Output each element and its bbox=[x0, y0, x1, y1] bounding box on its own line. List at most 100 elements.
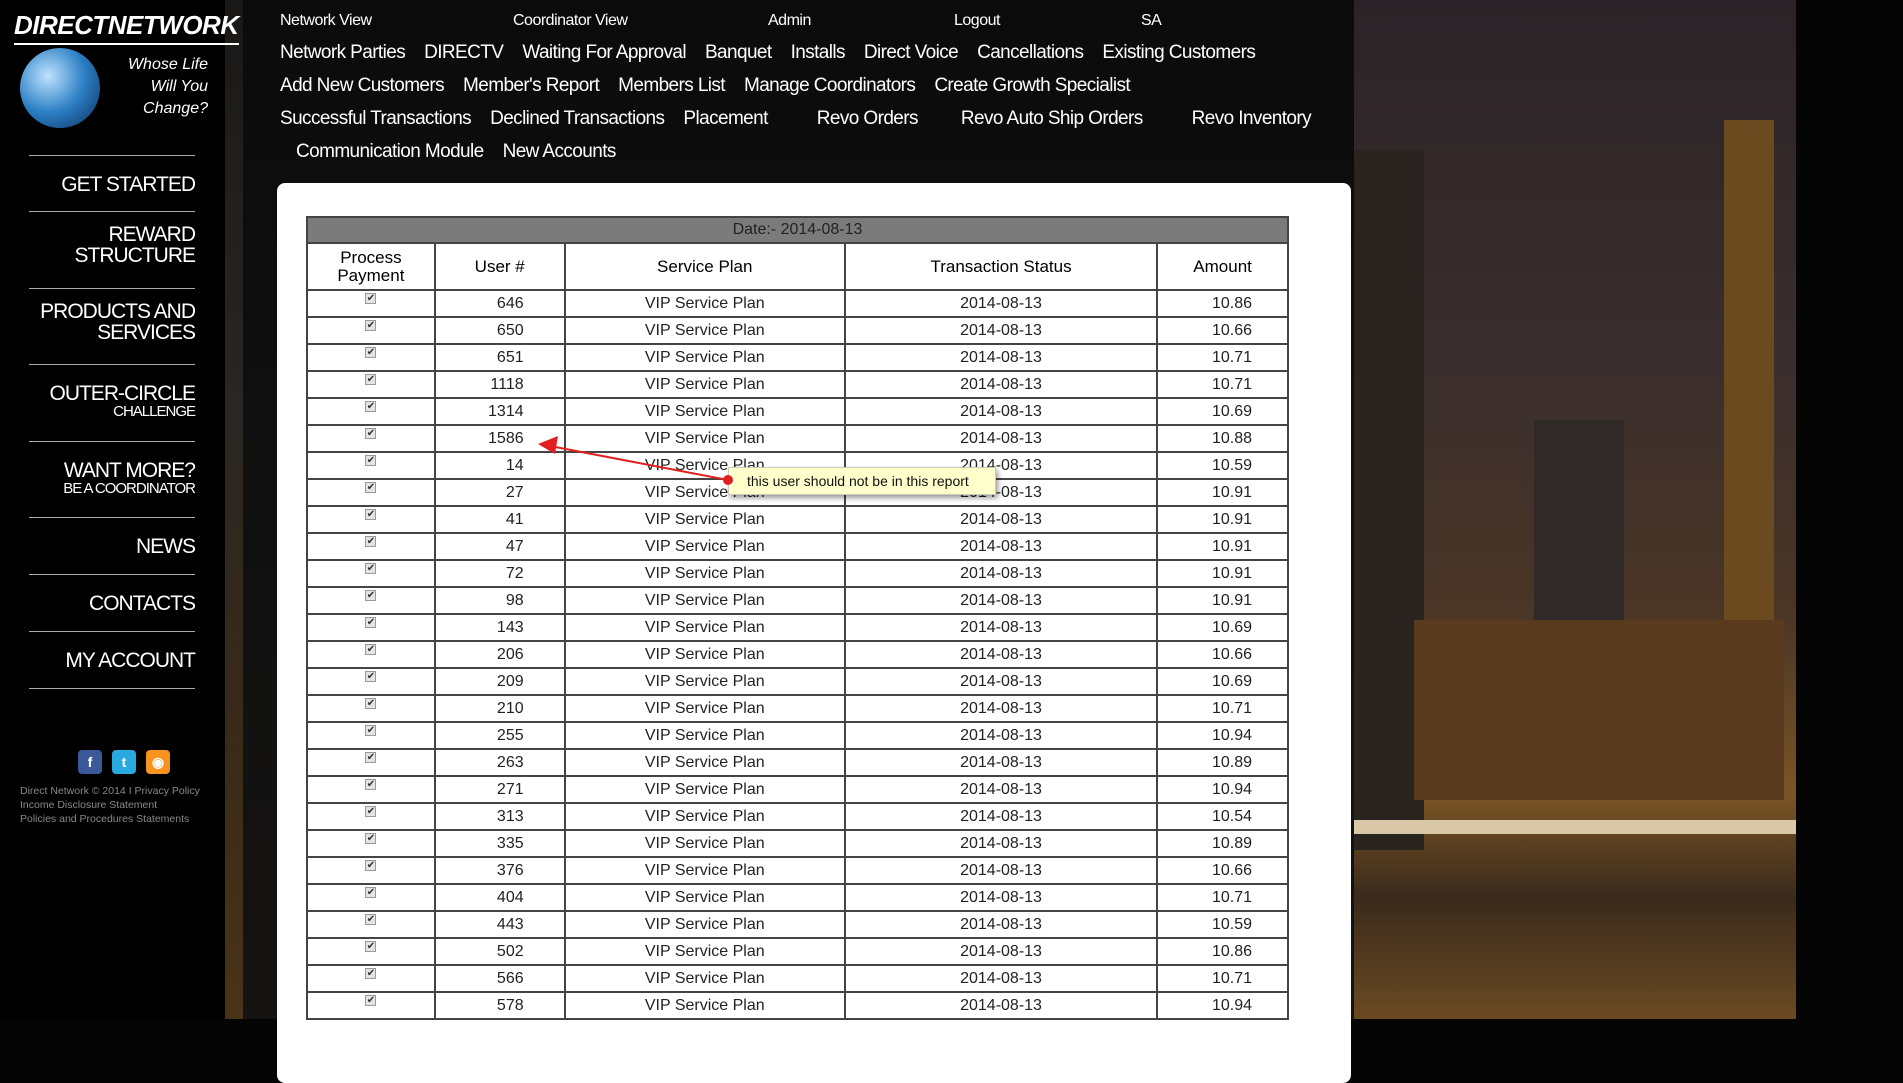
process-payment-cell: ✔ bbox=[306, 343, 436, 372]
process-payment-cell: ✔ bbox=[306, 964, 436, 993]
nav-logout[interactable]: Logout bbox=[954, 12, 1000, 30]
process-payment-checkbox[interactable]: ✔ bbox=[365, 670, 377, 682]
sidebar-item-my-account[interactable]: MY ACCOUNT bbox=[29, 631, 196, 688]
amount-cell: 10.94 bbox=[1156, 721, 1289, 750]
process-payment-checkbox[interactable]: ✔ bbox=[365, 886, 377, 898]
nav-banquet[interactable]: Banquet bbox=[705, 42, 772, 63]
process-payment-checkbox[interactable]: ✔ bbox=[365, 940, 377, 952]
process-payment-cell: ✔ bbox=[306, 667, 436, 696]
nav-communication-module[interactable]: Communication Module bbox=[296, 141, 484, 162]
facebook-icon[interactable]: f bbox=[78, 750, 102, 774]
transaction-status-cell: 2014-08-13 bbox=[843, 775, 1159, 804]
nav-cancellations[interactable]: Cancellations bbox=[977, 42, 1084, 63]
nav-directv[interactable]: DIRECTV bbox=[424, 42, 504, 63]
user-number-cell: 206 bbox=[433, 640, 566, 669]
process-payment-checkbox[interactable]: ✔ bbox=[365, 724, 377, 736]
nav-manage-coordinators[interactable]: Manage Coordinators bbox=[744, 75, 916, 96]
twitter-icon[interactable]: t bbox=[112, 750, 136, 774]
process-payment-checkbox[interactable]: ✔ bbox=[365, 751, 377, 763]
nav-sa[interactable]: SA bbox=[1141, 12, 1162, 30]
sidebar-item-get-started[interactable]: GET STARTED bbox=[29, 155, 196, 211]
process-payment-checkbox[interactable]: ✔ bbox=[365, 967, 377, 979]
amount-cell: 10.91 bbox=[1156, 532, 1289, 561]
transaction-status-cell: 2014-08-13 bbox=[843, 883, 1159, 912]
footer-link[interactable]: Income Disclosure Statement bbox=[20, 798, 157, 812]
nav-create-growth-specialist[interactable]: Create Growth Specialist bbox=[934, 75, 1130, 96]
transaction-status-cell: 2014-08-13 bbox=[843, 910, 1159, 939]
footer-link[interactable]: Direct Network © 2014 I Privacy Policy bbox=[20, 784, 200, 798]
table-row: ✔ 209 VIP Service Plan 2014-08-13 10.69 bbox=[306, 667, 1289, 696]
process-payment-checkbox[interactable]: ✔ bbox=[365, 535, 377, 547]
process-payment-checkbox[interactable]: ✔ bbox=[365, 778, 377, 790]
nav-revo-inventory[interactable]: Revo Inventory bbox=[1192, 108, 1312, 129]
nav-row: Communication Module New Accounts bbox=[296, 141, 635, 163]
sidebar-item-news[interactable]: NEWS bbox=[29, 517, 196, 574]
amount-cell: 10.69 bbox=[1156, 613, 1289, 642]
table-row: ✔ 255 VIP Service Plan 2014-08-13 10.94 bbox=[306, 721, 1289, 750]
process-payment-checkbox[interactable]: ✔ bbox=[365, 373, 377, 385]
sidebar-item-want-more[interactable]: WANT MORE? BE A COORDINATOR bbox=[29, 441, 196, 517]
nav-successful-transactions[interactable]: Successful Transactions bbox=[280, 108, 472, 129]
process-payment-checkbox[interactable]: ✔ bbox=[365, 481, 377, 493]
sidebar-item-label: OUTER-CIRCLE bbox=[49, 382, 196, 405]
nav-revo-orders[interactable]: Revo Orders bbox=[817, 108, 919, 129]
nav-declined-transactions[interactable]: Declined Transactions bbox=[490, 108, 665, 129]
process-payment-cell: ✔ bbox=[306, 694, 436, 723]
sidebar-item-contacts[interactable]: CONTACTS bbox=[29, 574, 196, 631]
user-number-cell: 502 bbox=[433, 937, 566, 966]
process-payment-checkbox[interactable]: ✔ bbox=[365, 805, 377, 817]
rss-icon[interactable]: ◉ bbox=[146, 750, 170, 774]
process-payment-checkbox[interactable]: ✔ bbox=[365, 832, 377, 844]
nav-installs[interactable]: Installs bbox=[791, 42, 846, 63]
user-number-cell: 1118 bbox=[433, 370, 566, 399]
nav-member-s-report[interactable]: Member's Report bbox=[463, 75, 600, 96]
process-payment-checkbox[interactable]: ✔ bbox=[365, 913, 377, 925]
nav-network-view[interactable]: Network View bbox=[280, 12, 372, 30]
annotation-dot-icon bbox=[723, 475, 733, 485]
nav-revo-auto-ship-orders[interactable]: Revo Auto Ship Orders bbox=[961, 108, 1143, 129]
process-payment-checkbox[interactable]: ✔ bbox=[365, 643, 377, 655]
nav-add-new-customers[interactable]: Add New Customers bbox=[280, 75, 445, 96]
nav-placement[interactable]: Placement bbox=[683, 108, 768, 129]
process-payment-checkbox[interactable]: ✔ bbox=[365, 508, 377, 520]
sidebar-item-outer-circle[interactable]: OUTER-CIRCLE CHALLENGE bbox=[29, 364, 196, 441]
process-payment-checkbox[interactable]: ✔ bbox=[365, 400, 377, 412]
process-payment-checkbox[interactable]: ✔ bbox=[365, 346, 377, 358]
process-payment-cell: ✔ bbox=[306, 856, 436, 885]
process-payment-checkbox[interactable]: ✔ bbox=[365, 616, 377, 628]
process-payment-checkbox[interactable]: ✔ bbox=[365, 697, 377, 709]
process-payment-checkbox[interactable]: ✔ bbox=[365, 562, 377, 574]
process-payment-checkbox[interactable]: ✔ bbox=[365, 427, 377, 439]
sidebar-item-reward-structure[interactable]: REWARD STRUCTURE bbox=[29, 211, 196, 288]
process-payment-checkbox[interactable]: ✔ bbox=[365, 454, 377, 466]
nav-waiting-for-approval[interactable]: Waiting For Approval bbox=[522, 42, 686, 63]
footer-link[interactable]: Policies and Procedures Statements bbox=[20, 812, 189, 826]
nav-coordinator-view[interactable]: Coordinator View bbox=[513, 12, 628, 30]
sidebar-item-products-and-services[interactable]: PRODUCTS AND SERVICES bbox=[29, 288, 196, 364]
nav-direct-voice[interactable]: Direct Voice bbox=[864, 42, 959, 63]
process-payment-checkbox[interactable]: ✔ bbox=[365, 859, 377, 871]
process-payment-checkbox[interactable]: ✔ bbox=[365, 292, 377, 304]
nav-members-list[interactable]: Members List bbox=[618, 75, 725, 96]
sidebar: DIRECTNETWORK Whose Life Will You Change… bbox=[0, 0, 239, 1019]
nav-network-parties[interactable]: Network Parties bbox=[280, 42, 406, 63]
logo[interactable]: DIRECTNETWORK Whose Life Will You Change… bbox=[14, 10, 239, 128]
nav-admin[interactable]: Admin bbox=[768, 12, 811, 30]
table-row: ✔ 72 VIP Service Plan 2014-08-13 10.91 bbox=[306, 559, 1289, 588]
nav-row: Network Parties DIRECTV Waiting For Approv… bbox=[280, 42, 1274, 64]
process-payment-checkbox[interactable]: ✔ bbox=[365, 319, 377, 331]
process-payment-checkbox[interactable]: ✔ bbox=[365, 994, 377, 1006]
service-plan-cell: VIP Service Plan bbox=[563, 640, 846, 669]
city-background-image bbox=[1354, 0, 1796, 1019]
user-number-cell: 404 bbox=[433, 883, 566, 912]
process-payment-checkbox[interactable]: ✔ bbox=[365, 589, 377, 601]
user-number-cell: 646 bbox=[433, 289, 566, 318]
tagline-line: Will You bbox=[150, 78, 208, 95]
user-number-cell: 72 bbox=[433, 559, 566, 588]
table-row: ✔ 404 VIP Service Plan 2014-08-13 10.71 bbox=[306, 883, 1289, 912]
header-amount: Amount bbox=[1156, 242, 1289, 291]
nav-new-accounts[interactable]: New Accounts bbox=[503, 141, 617, 162]
nav-existing-customers[interactable]: Existing Customers bbox=[1102, 42, 1255, 63]
date-header: Date:- 2014-08-13 bbox=[306, 216, 1289, 244]
service-plan-cell: VIP Service Plan bbox=[563, 559, 846, 588]
